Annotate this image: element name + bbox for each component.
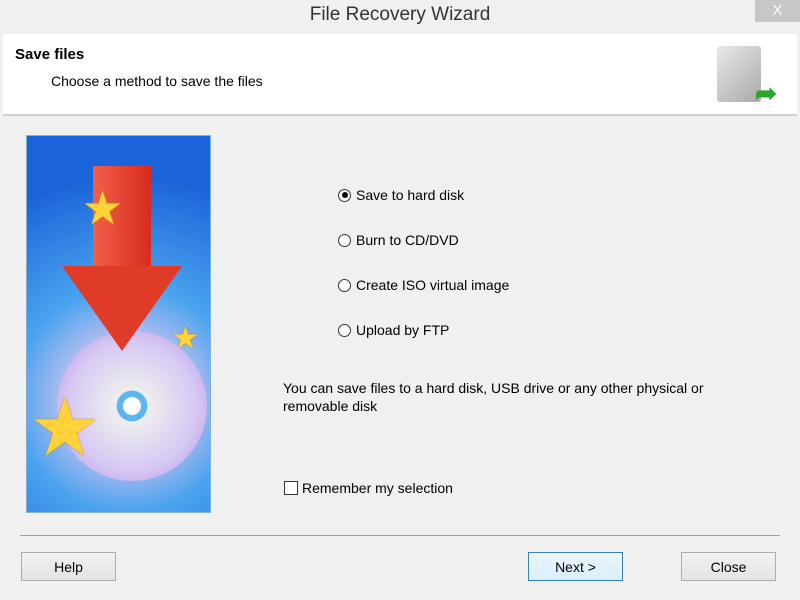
radio-label: Save to hard disk — [356, 187, 465, 203]
radio-button[interactable] — [338, 278, 351, 292]
radio-button[interactable] — [338, 188, 351, 202]
divider — [20, 535, 780, 536]
radio-upload-ftp[interactable]: Upload by FTP — [338, 322, 449, 338]
checkbox[interactable] — [284, 481, 298, 495]
star-icon: ★ — [82, 182, 124, 234]
radio-button[interactable] — [338, 233, 351, 247]
star-icon: ★ — [172, 322, 199, 355]
checkbox-label: Remember my selection — [302, 480, 453, 496]
wizard-header: Save files Choose a method to save the f… — [3, 34, 797, 116]
radio-button[interactable] — [338, 323, 351, 337]
radio-label: Upload by FTP — [356, 322, 450, 338]
window-close-button[interactable]: X — [755, 0, 800, 22]
help-button[interactable]: Help — [21, 552, 116, 581]
radio-create-iso[interactable]: Create ISO virtual image — [338, 277, 509, 293]
star-icon: ★ — [29, 383, 101, 472]
next-button[interactable]: Next > — [528, 552, 623, 581]
radio-label: Create ISO virtual image — [356, 277, 510, 293]
radio-save-to-hard-disk[interactable]: Save to hard disk — [338, 187, 464, 203]
radio-label: Burn to CD/DVD — [356, 232, 459, 248]
radio-burn-cd-dvd[interactable]: Burn to CD/DVD — [338, 232, 459, 248]
download-arrow-head-icon — [62, 266, 182, 351]
remember-selection-checkbox[interactable]: Remember my selection — [284, 480, 453, 496]
window-title: File Recovery Wizard — [309, 4, 491, 25]
option-description: You can save files to a hard disk, USB d… — [283, 380, 704, 414]
wizard-illustration: ★ ★ ★ — [26, 135, 211, 513]
header-title: Save files — [15, 46, 85, 63]
green-arrow-icon: ➦ — [755, 78, 777, 108]
header-subtitle: Choose a method to save the files — [51, 73, 263, 89]
close-button[interactable]: Close — [681, 552, 776, 581]
